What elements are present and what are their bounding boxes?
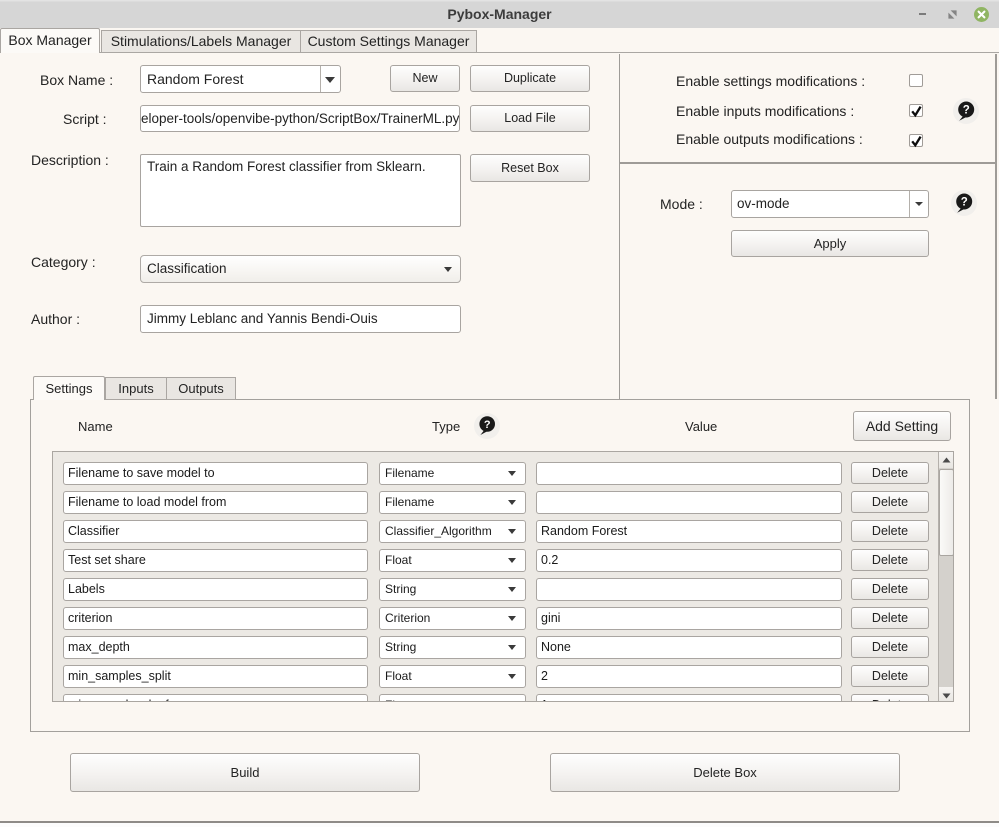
svg-text:?: ? (961, 197, 968, 209)
svg-text:?: ? (484, 419, 491, 431)
svg-text:?: ? (963, 105, 970, 117)
